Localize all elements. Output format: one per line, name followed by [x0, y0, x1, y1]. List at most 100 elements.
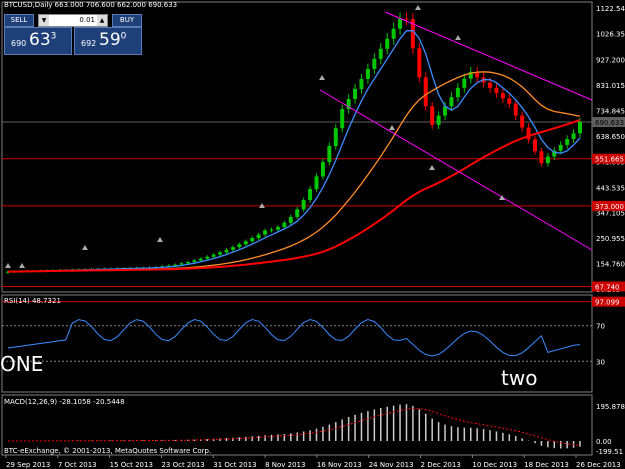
candle-body: [198, 258, 203, 261]
candle-body: [578, 122, 582, 134]
candle-body: [185, 262, 190, 264]
date-tick-label: 24 Nov 2013: [369, 461, 414, 469]
candle-body: [378, 48, 383, 59]
lot-size-value[interactable]: 0.01: [79, 15, 95, 26]
rsi-level-tag-label: 97.099: [595, 299, 620, 307]
candle-body: [179, 263, 184, 265]
fractal-arrow-icon: [415, 5, 421, 10]
level-tag-label: 67.740: [595, 283, 620, 291]
candle-body: [558, 144, 563, 151]
candle-body: [436, 115, 441, 125]
candle-body: [423, 77, 428, 107]
rsi-line: [7, 318, 581, 357]
candle-body: [224, 249, 229, 253]
date-tick-label: 2 Dec 2013: [421, 461, 461, 469]
candle-body: [565, 139, 570, 145]
sell-price-big: 633: [29, 30, 57, 50]
candle-body: [327, 145, 332, 163]
candle-body: [359, 78, 364, 89]
macd-signal-line: [8, 407, 581, 446]
candle-body: [430, 106, 435, 125]
date-tick-label: 29 Sep 2013: [6, 461, 50, 469]
macd-tick-label: 195.8782: [596, 403, 625, 411]
candle-body: [417, 48, 422, 78]
rsi-tick-label: 70: [596, 323, 605, 331]
sell-button[interactable]: SELL: [4, 14, 34, 27]
moving-average-line: [8, 71, 581, 273]
price-tick-label: 154.760: [596, 261, 625, 269]
candle-body: [230, 247, 235, 250]
date-tick-label: 15 Oct 2013: [110, 461, 153, 469]
buy-price-big: 590: [99, 30, 127, 50]
sell-price-box[interactable]: 690 633: [4, 27, 72, 55]
level-tag-label: 373.000: [595, 203, 624, 211]
date-tick-label: 16 Nov 2013: [317, 461, 362, 469]
buy-button[interactable]: BUY: [112, 14, 142, 27]
price-tick-label: 443.535: [596, 184, 625, 192]
fractal-arrow-icon: [319, 75, 325, 80]
candle-body: [353, 88, 358, 99]
macd-title: MACD(12,26,9) -28.1058 -20.5448: [4, 398, 125, 406]
candle-body: [263, 230, 268, 235]
fractal-arrow-icon: [455, 35, 461, 40]
candle-body: [256, 234, 261, 239]
candle-body: [385, 38, 390, 49]
candle-body: [218, 252, 223, 255]
date-tick-label: 31 Oct 2013: [213, 461, 256, 469]
candle-body: [314, 176, 319, 190]
candle-body: [308, 189, 313, 201]
candle-body: [365, 68, 370, 79]
candle-body: [237, 244, 242, 248]
fractal-arrow-icon: [82, 245, 88, 250]
date-tick-label: 23 Oct 2013: [161, 461, 204, 469]
candle-body: [243, 241, 248, 245]
candle-body: [404, 18, 409, 20]
candle-body: [391, 28, 396, 39]
channel-lower-line: [319, 89, 593, 251]
price-tick-label: 831.015: [596, 82, 625, 90]
candle-body: [295, 209, 300, 217]
candle-body: [520, 115, 525, 128]
price-tick-label: 927.200: [596, 57, 625, 65]
fractal-arrow-icon: [429, 165, 435, 170]
macd-tick-label: 0.00: [596, 438, 612, 446]
candle-body: [320, 162, 325, 177]
buy-price-small: 692: [81, 39, 97, 48]
candle-body: [301, 200, 306, 210]
candle-body: [372, 58, 377, 69]
lot-size-input[interactable]: ▼ 0.01 ▲: [38, 14, 108, 27]
candle-body: [282, 222, 287, 228]
fractal-arrow-icon: [157, 237, 163, 242]
buy-price-box[interactable]: 692 590: [74, 27, 142, 55]
rsi-tick-label: 30: [596, 358, 605, 366]
fractal-arrow-icon: [389, 125, 395, 130]
candle-body: [526, 127, 531, 140]
annotation-two: two: [501, 366, 538, 390]
date-tick-label: 26 Dec 2013: [576, 461, 621, 469]
price-tick-label: 347.105: [596, 210, 625, 218]
candle-body: [513, 103, 518, 116]
sell-price-small: 690: [11, 39, 27, 48]
current-price-label: 690.633: [595, 119, 624, 127]
candle-body: [500, 93, 505, 99]
candle-body: [507, 98, 512, 104]
date-tick-label: 10 Dec 2013: [472, 461, 517, 469]
candle-body: [545, 156, 550, 164]
candle-body: [539, 151, 544, 164]
chevron-down-icon[interactable]: ▼: [39, 15, 49, 26]
chart-header: BTCUSD,Daily 663.000 706.600 662.000 690…: [4, 1, 178, 9]
candle-body: [443, 106, 448, 116]
candle-body: [288, 216, 293, 223]
candle-body: [488, 82, 493, 88]
spinner-arrows-icon[interactable]: ▲: [97, 15, 107, 26]
one-click-trading-panel: SELL ▼ 0.01 ▲ BUY 690 633 692 590: [4, 13, 142, 55]
annotation-one: ONE: [0, 352, 44, 376]
level-tag-label: 551.665: [595, 156, 624, 164]
candle-body: [340, 109, 345, 129]
candle-body: [449, 97, 454, 107]
candle-body: [333, 128, 338, 146]
fractal-arrow-icon: [19, 263, 25, 268]
candle-body: [462, 78, 467, 88]
candle-body: [494, 87, 499, 94]
price-tick-label: 1026.350: [596, 30, 625, 38]
